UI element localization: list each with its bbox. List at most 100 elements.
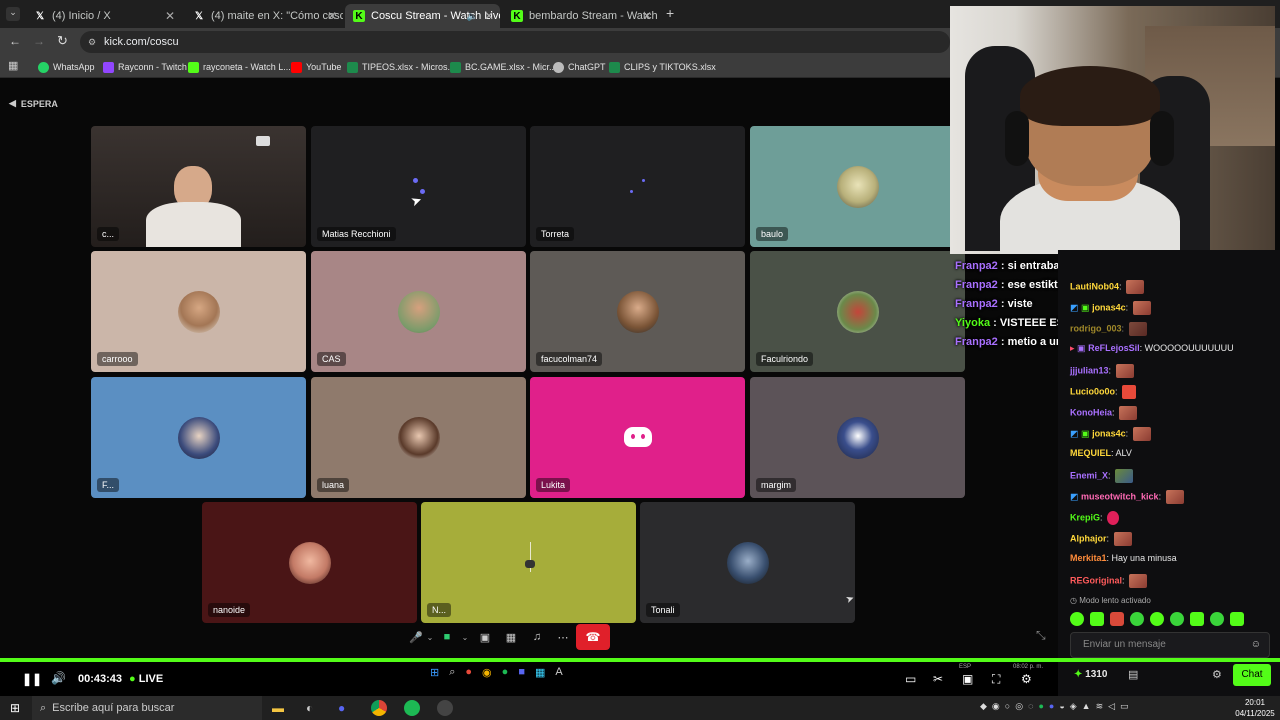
tray-icon[interactable]: ▭ — [1120, 701, 1129, 715]
spotify-icon[interactable] — [404, 700, 420, 716]
taskbar-search[interactable]: ⌕ Escribe aquí para buscar — [32, 696, 262, 720]
chat-username[interactable]: rodrigo_003 — [1070, 323, 1122, 333]
bookmark-youtube[interactable]: YouTube — [291, 59, 341, 75]
site-info-icon[interactable]: ⚙ — [88, 31, 96, 53]
gift-icon[interactable]: ▤ — [1128, 668, 1138, 681]
chat-username[interactable]: Alphajor — [1070, 533, 1107, 543]
chat-username[interactable]: jonas4c — [1092, 428, 1126, 438]
settings-gear-icon[interactable]: ⚙ — [1212, 668, 1222, 681]
soundboard-icon[interactable]: ♫ — [524, 631, 550, 643]
chat-username[interactable]: LautiNob04 — [1070, 281, 1119, 291]
theater-mode-icon[interactable]: ▭ — [905, 672, 916, 686]
chat-username[interactable]: Merkita1 — [1070, 553, 1107, 563]
participant-tile[interactable]: Torreta — [530, 126, 745, 247]
participant-tile[interactable]: facucolman74 — [530, 251, 745, 372]
chat-username[interactable]: MEQUIEL — [1070, 448, 1111, 458]
back-arrow-icon[interactable]: ← — [9, 34, 21, 48]
emote-icon[interactable] — [1190, 612, 1204, 626]
participant-tile[interactable]: margim — [750, 377, 965, 498]
tray-icon[interactable]: ● — [1038, 701, 1043, 715]
chat-username[interactable]: REGoriginal — [1070, 575, 1122, 585]
close-icon[interactable]: ✕ — [165, 9, 175, 23]
participant-tile[interactable]: Lukita — [530, 377, 745, 498]
emote-icon[interactable] — [1130, 612, 1144, 626]
participant-tile[interactable]: nanoide — [202, 502, 417, 623]
chat-username[interactable]: museotwitch_kick — [1081, 491, 1159, 501]
taskbar-clock[interactable]: 20:01 04/11/2025 — [1232, 697, 1278, 719]
clip-icon[interactable]: ✂ — [933, 672, 943, 686]
participant-tile[interactable]: baulo — [750, 126, 965, 247]
file-explorer-icon[interactable]: ▬ — [272, 701, 284, 715]
participant-tile[interactable]: luana — [311, 377, 526, 498]
tab-search-icon[interactable]: ⌄ — [6, 7, 20, 21]
bookmark-bcgame[interactable]: BC.GAME.xlsx - Micr... — [450, 59, 557, 75]
windows-start-icon[interactable]: ⊞ — [10, 701, 20, 715]
chat-input[interactable]: Enviar un mensaje ☺ — [1070, 632, 1270, 658]
apps-grid-icon[interactable]: ▦ — [8, 59, 18, 72]
app-icon[interactable]: ◐ — [306, 701, 313, 715]
participant-tile[interactable]: carrooo — [91, 251, 306, 372]
tray-icon[interactable]: ◎ — [1015, 701, 1023, 715]
pause-icon[interactable]: ❚❚ — [22, 672, 42, 686]
emoji-icon[interactable]: ☺ — [1251, 633, 1261, 657]
tray-icon[interactable]: ◆ — [980, 701, 987, 715]
emote-icon[interactable] — [1070, 612, 1084, 626]
more-options-icon[interactable]: ⋯ — [550, 631, 576, 644]
emote-icon[interactable] — [1210, 612, 1224, 626]
camera-icon[interactable]: ■ — [436, 631, 458, 643]
tray-icon[interactable]: ● — [1049, 701, 1054, 715]
bookmark-rayconeta-kick[interactable]: rayconeta - Watch L... — [188, 59, 291, 75]
chevron-down-icon[interactable]: ⌄ — [424, 633, 436, 642]
emote-icon[interactable] — [1230, 612, 1244, 626]
bookmark-rayconn-twitch[interactable]: Rayconn - Twitch — [103, 59, 187, 75]
emote-icon[interactable] — [1110, 612, 1124, 626]
close-icon[interactable]: ✕ — [484, 9, 494, 23]
tab-x-inicio[interactable]: 𝕏 (4) Inicio / X ✕ — [26, 4, 181, 28]
emote-icon[interactable] — [1150, 612, 1164, 626]
collapse-icon[interactable]: ⤡ — [1036, 628, 1046, 643]
tray-icon[interactable]: ◈ — [1070, 701, 1077, 715]
participant-tile[interactable]: Tonali — [640, 502, 855, 623]
wifi-icon[interactable]: ≋ — [1096, 701, 1104, 715]
emote-icon[interactable] — [1090, 612, 1104, 626]
participant-tile[interactable]: N... — [421, 502, 636, 623]
participant-tile[interactable]: CAS — [311, 251, 526, 372]
tab-bembardo-stream[interactable]: K bembardo Stream - Watch Live ✕ — [503, 4, 658, 28]
chat-username[interactable]: jjjulian13 — [1070, 365, 1109, 375]
close-icon[interactable]: ✕ — [327, 9, 337, 23]
channel-points[interactable]: ✦ 1310 — [1074, 669, 1107, 680]
screen-share-icon[interactable]: ▣ — [472, 631, 498, 644]
participant-tile[interactable]: Faculriondo — [750, 251, 965, 372]
bookmark-chatgpt[interactable]: ChatGPT — [553, 59, 606, 75]
chat-username[interactable]: jonas4c — [1092, 302, 1126, 312]
tray-icon[interactable]: ◉ — [992, 701, 1000, 715]
tray-icon[interactable]: ▲ — [1082, 701, 1091, 715]
speaker-icon[interactable]: 🔈 — [467, 11, 478, 22]
close-icon[interactable]: ✕ — [642, 9, 652, 23]
emote-icon[interactable] — [1170, 612, 1184, 626]
discord-icon[interactable]: ● — [338, 701, 345, 715]
activities-icon[interactable]: ▦ — [498, 631, 524, 644]
chat-username[interactable]: Enemi_X — [1070, 470, 1108, 480]
url-bar[interactable]: ⚙ kick.com/coscu — [80, 31, 950, 53]
bookmark-whatsapp[interactable]: WhatsApp — [38, 59, 95, 75]
chat-send-button[interactable]: Chat — [1233, 664, 1271, 686]
forward-arrow-icon[interactable]: → — [33, 34, 45, 48]
chat-username[interactable]: Lucio0o0o — [1070, 386, 1115, 396]
chevron-down-icon[interactable]: ⌄ — [458, 633, 472, 642]
bookmark-tipeos[interactable]: TIPEOS.xlsx - Micros... — [347, 59, 455, 75]
chrome-icon[interactable] — [371, 700, 387, 716]
chat-username[interactable]: KonoHeia — [1070, 407, 1112, 417]
tray-icon[interactable]: ◌ — [1028, 701, 1033, 715]
reload-icon[interactable]: ↻ — [57, 33, 68, 49]
participant-tile[interactable]: F... — [91, 377, 306, 498]
new-tab-button[interactable]: + — [666, 5, 674, 21]
microphone-icon[interactable]: 🎤 — [408, 631, 424, 644]
end-call-button[interactable]: ☎ — [576, 624, 610, 650]
volume-icon[interactable]: 🔊 — [51, 671, 66, 685]
tray-icon[interactable]: ○ — [1005, 701, 1010, 715]
volume-icon[interactable]: ◁ — [1108, 701, 1115, 715]
chat-username[interactable]: KrepiG — [1070, 512, 1100, 522]
chat-username[interactable]: ReFLejosSil — [1088, 343, 1140, 353]
participant-tile[interactable]: Matias Recchioni — [311, 126, 526, 247]
